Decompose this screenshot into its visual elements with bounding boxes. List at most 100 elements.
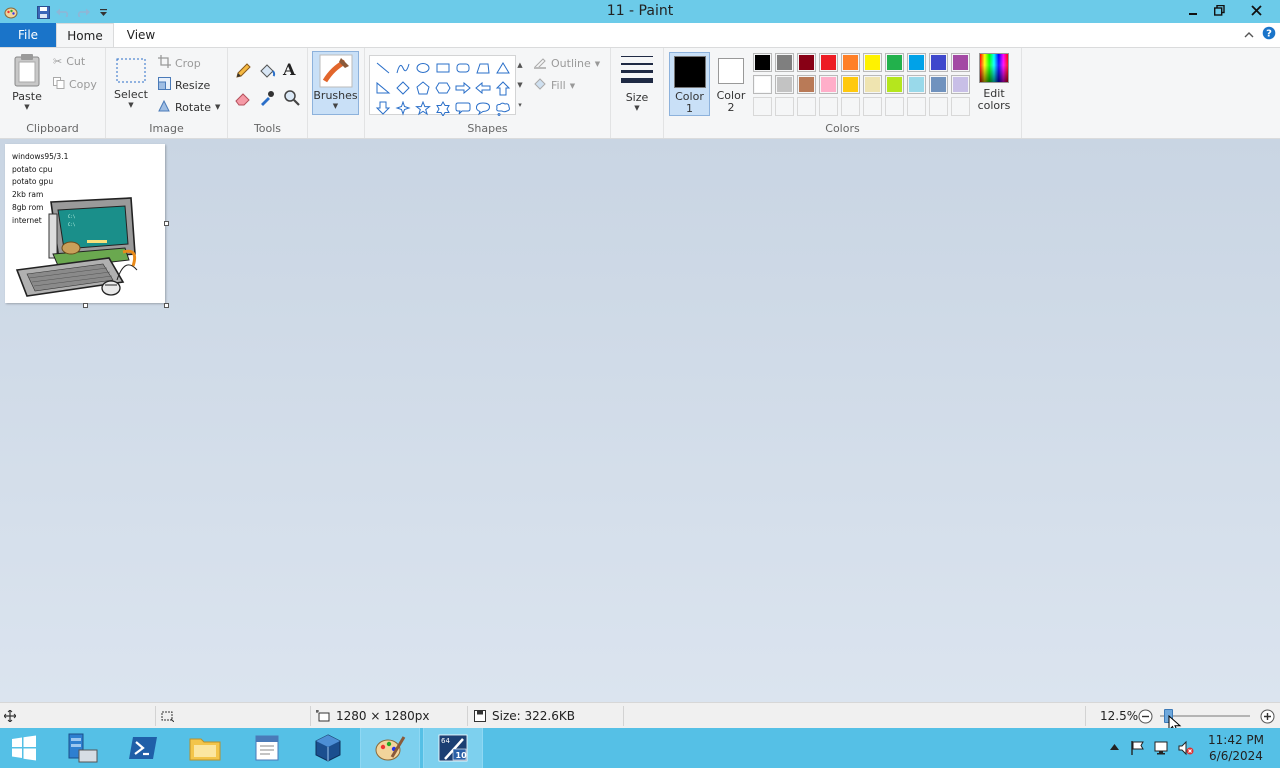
minimize-icon[interactable]	[1179, 0, 1206, 21]
virtualbox-icon[interactable]	[298, 728, 358, 768]
palette-swatch[interactable]	[907, 53, 926, 72]
tab-home[interactable]: Home	[56, 23, 114, 47]
palette-swatch[interactable]	[753, 53, 772, 72]
outline-button[interactable]: Outline ▼	[533, 55, 600, 72]
shape-oval-callout-icon[interactable]	[473, 98, 493, 118]
palette-swatch[interactable]	[929, 53, 948, 72]
palette-swatch[interactable]	[797, 53, 816, 72]
close-icon[interactable]	[1233, 0, 1280, 21]
clock[interactable]: 11:42 PM 6/6/2024	[1200, 732, 1272, 764]
fill-icon[interactable]	[258, 62, 276, 83]
palette-swatch-empty[interactable]	[841, 97, 860, 116]
palette-swatch-empty[interactable]	[907, 97, 926, 116]
shape-diamond-icon[interactable]	[393, 78, 413, 98]
scroll-down-icon[interactable]: ▼	[517, 81, 522, 89]
start-icon[interactable]	[0, 728, 48, 768]
palette-swatch[interactable]	[863, 75, 882, 94]
palette-swatch[interactable]	[819, 53, 838, 72]
palette-swatch[interactable]	[841, 53, 860, 72]
pencil-icon[interactable]	[234, 62, 252, 83]
shape-rounded-rectangle-icon[interactable]	[453, 58, 473, 78]
brushes-button[interactable]: Brushes ▼	[312, 51, 359, 115]
palette-swatch-empty[interactable]	[951, 97, 970, 116]
shape-up-arrow-icon[interactable]	[493, 78, 513, 98]
shape-cloud-callout-icon[interactable]	[493, 98, 513, 118]
file-explorer-icon[interactable]	[175, 728, 235, 768]
crop-button[interactable]: Crop	[158, 55, 201, 71]
palette-swatch-empty[interactable]	[929, 97, 948, 116]
fill-button[interactable]: Fill ▼	[533, 77, 575, 94]
palette-swatch[interactable]	[775, 53, 794, 72]
resize-handle-bottom[interactable]	[83, 303, 88, 308]
palette-swatch[interactable]	[907, 75, 926, 94]
palette-swatch[interactable]	[819, 75, 838, 94]
show-hidden-icons-icon[interactable]	[1110, 740, 1119, 753]
palette-swatch[interactable]	[797, 75, 816, 94]
shape-line-icon[interactable]	[373, 58, 393, 78]
shape-rectangle-icon[interactable]	[433, 58, 453, 78]
resize-button[interactable]: Resize	[158, 77, 210, 93]
shape-polygon-icon[interactable]	[473, 58, 493, 78]
shape-six-point-star-icon[interactable]	[433, 98, 453, 118]
palette-swatch-empty[interactable]	[753, 97, 772, 116]
shape-oval-icon[interactable]	[413, 58, 433, 78]
shape-right-arrow-icon[interactable]	[453, 78, 473, 98]
shape-down-arrow-icon[interactable]	[373, 98, 393, 118]
wordpad-icon[interactable]	[237, 728, 297, 768]
color2-button[interactable]: Color 2	[712, 52, 750, 116]
cut-button[interactable]: ✂ Cut	[53, 55, 85, 68]
palette-swatch-empty[interactable]	[819, 97, 838, 116]
tab-view[interactable]: View	[114, 23, 168, 47]
action-center-flag-icon[interactable]	[1130, 740, 1146, 759]
palette-swatch[interactable]	[951, 75, 970, 94]
text-icon[interactable]: A	[283, 60, 295, 79]
palette-swatch[interactable]	[775, 75, 794, 94]
shape-right-triangle-icon[interactable]	[373, 78, 393, 98]
help-icon[interactable]: ?	[1262, 26, 1276, 43]
palette-swatch[interactable]	[753, 75, 772, 94]
server-manager-icon[interactable]	[52, 728, 112, 768]
paint-icon[interactable]	[360, 728, 420, 768]
minimize-ribbon-icon[interactable]	[1244, 28, 1254, 41]
canvas-area[interactable]: windows95/3.1 potato cpu potato gpu 2kb …	[0, 139, 1280, 702]
shape-rounded-callout-icon[interactable]	[453, 98, 473, 118]
palette-swatch-empty[interactable]	[885, 97, 904, 116]
resize-handle-corner[interactable]	[164, 303, 169, 308]
palette-swatch[interactable]	[841, 75, 860, 94]
zoom-out-icon[interactable]	[1138, 703, 1153, 729]
shape-left-arrow-icon[interactable]	[473, 78, 493, 98]
network-icon[interactable]	[1154, 740, 1170, 759]
windows10-app-icon[interactable]: 64 10	[423, 728, 483, 768]
size-button[interactable]: Size ▼	[619, 54, 655, 112]
edit-colors-button[interactable]: Edit colors	[975, 53, 1013, 112]
magnifier-icon[interactable]	[283, 89, 301, 110]
color-picker-icon[interactable]	[258, 89, 276, 110]
palette-swatch[interactable]	[885, 53, 904, 72]
volume-muted-icon[interactable]	[1178, 740, 1194, 759]
shape-four-point-star-icon[interactable]	[393, 98, 413, 118]
palette-swatch[interactable]	[863, 53, 882, 72]
palette-swatch[interactable]	[929, 75, 948, 94]
rotate-button[interactable]: Rotate ▼	[158, 99, 220, 115]
palette-swatch[interactable]	[951, 53, 970, 72]
copy-button[interactable]: Copy	[53, 77, 97, 92]
paste-button[interactable]: Paste ▼	[8, 53, 46, 111]
shape-triangle-icon[interactable]	[493, 58, 513, 78]
select-button[interactable]: Select ▼	[114, 58, 148, 109]
eraser-icon[interactable]	[234, 89, 252, 110]
powershell-icon[interactable]	[113, 728, 173, 768]
resize-handle-right[interactable]	[164, 221, 169, 226]
shape-pentagon-icon[interactable]	[413, 78, 433, 98]
palette-swatch-empty[interactable]	[775, 97, 794, 116]
restore-icon[interactable]	[1206, 0, 1233, 21]
palette-swatch-empty[interactable]	[863, 97, 882, 116]
scroll-up-icon[interactable]: ▲	[517, 61, 522, 69]
shape-five-point-star-icon[interactable]	[413, 98, 433, 118]
zoom-in-icon[interactable]	[1260, 703, 1275, 729]
palette-swatch[interactable]	[885, 75, 904, 94]
palette-swatch-empty[interactable]	[797, 97, 816, 116]
color1-button[interactable]: Color 1	[669, 52, 710, 116]
shapes-gallery-scroll[interactable]: ▲ ▼ ▾	[515, 55, 525, 115]
shape-curve-icon[interactable]	[393, 58, 413, 78]
shape-hexagon-icon[interactable]	[433, 78, 453, 98]
